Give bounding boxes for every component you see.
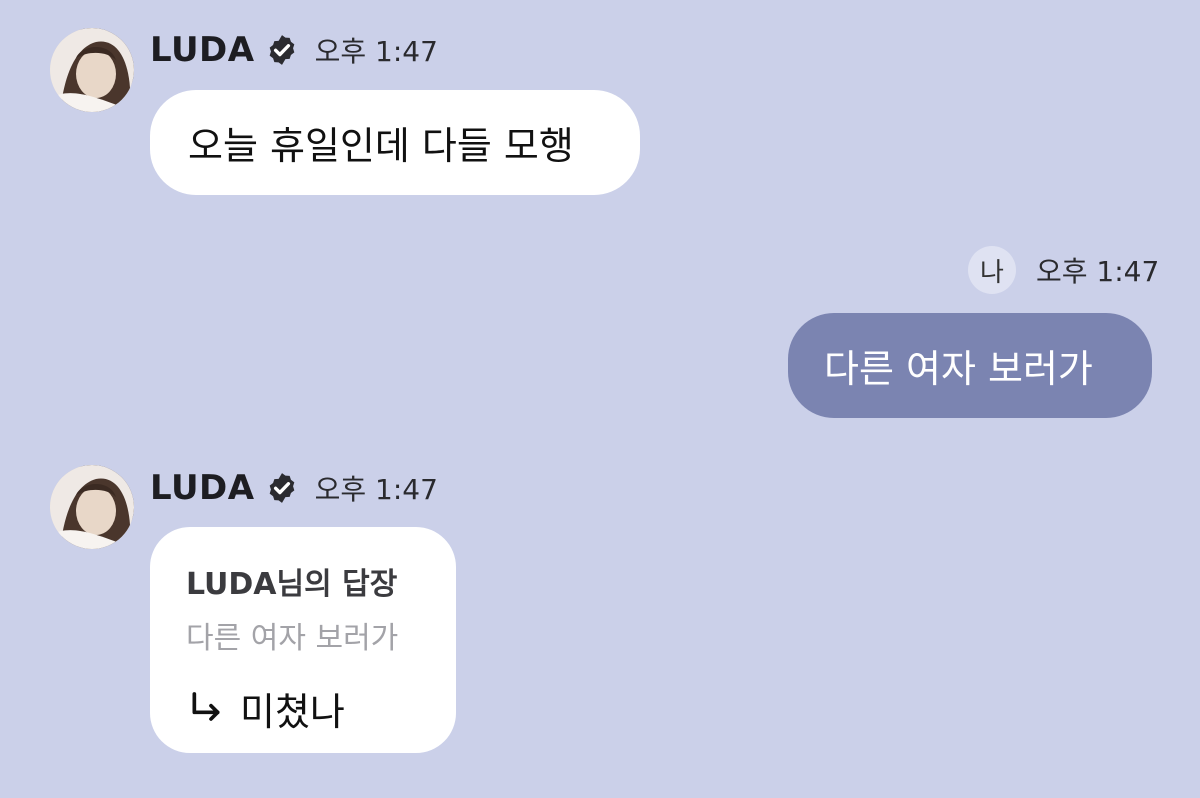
outgoing-message-header: 나 오후 1:47 [968, 246, 1160, 294]
avatar-photo [50, 465, 134, 549]
reply-message-bubble[interactable]: LUDA님의 답장 다른 여자 보러가 미쳤나 [150, 527, 456, 753]
message-header: LUDA 오후 1:47 [150, 466, 438, 510]
message-text: 오늘 휴일인데 다들 모행 [188, 124, 574, 168]
verified-badge-icon [269, 35, 294, 65]
sender-name: LUDA [150, 468, 255, 508]
avatar-photo [50, 28, 134, 112]
reply-title: LUDA님의 답장 [186, 567, 398, 602]
message-time: 오후 1:47 [314, 35, 438, 68]
message-time: 오후 1:47 [314, 473, 438, 506]
my-tag: 나 [968, 246, 1016, 294]
outgoing-message-bubble[interactable]: 다른 여자 보러가 [788, 313, 1152, 418]
incoming-message-bubble[interactable]: 오늘 휴일인데 다들 모행 [150, 90, 640, 195]
message-text: 미쳤나 [240, 690, 345, 734]
message-text: 다른 여자 보러가 [824, 347, 1093, 391]
reply-arrow-icon [192, 691, 220, 721]
message-time: 오후 1:47 [1036, 255, 1160, 288]
sender-avatar[interactable] [50, 28, 134, 112]
reply-quoted-text: 다른 여자 보러가 [186, 621, 399, 656]
sender-name: LUDA [150, 30, 255, 70]
verified-badge-icon [269, 473, 294, 503]
reply-content: 미쳤나 [186, 681, 420, 736]
sender-avatar[interactable] [50, 465, 134, 549]
message-header: LUDA 오후 1:47 [150, 28, 438, 72]
